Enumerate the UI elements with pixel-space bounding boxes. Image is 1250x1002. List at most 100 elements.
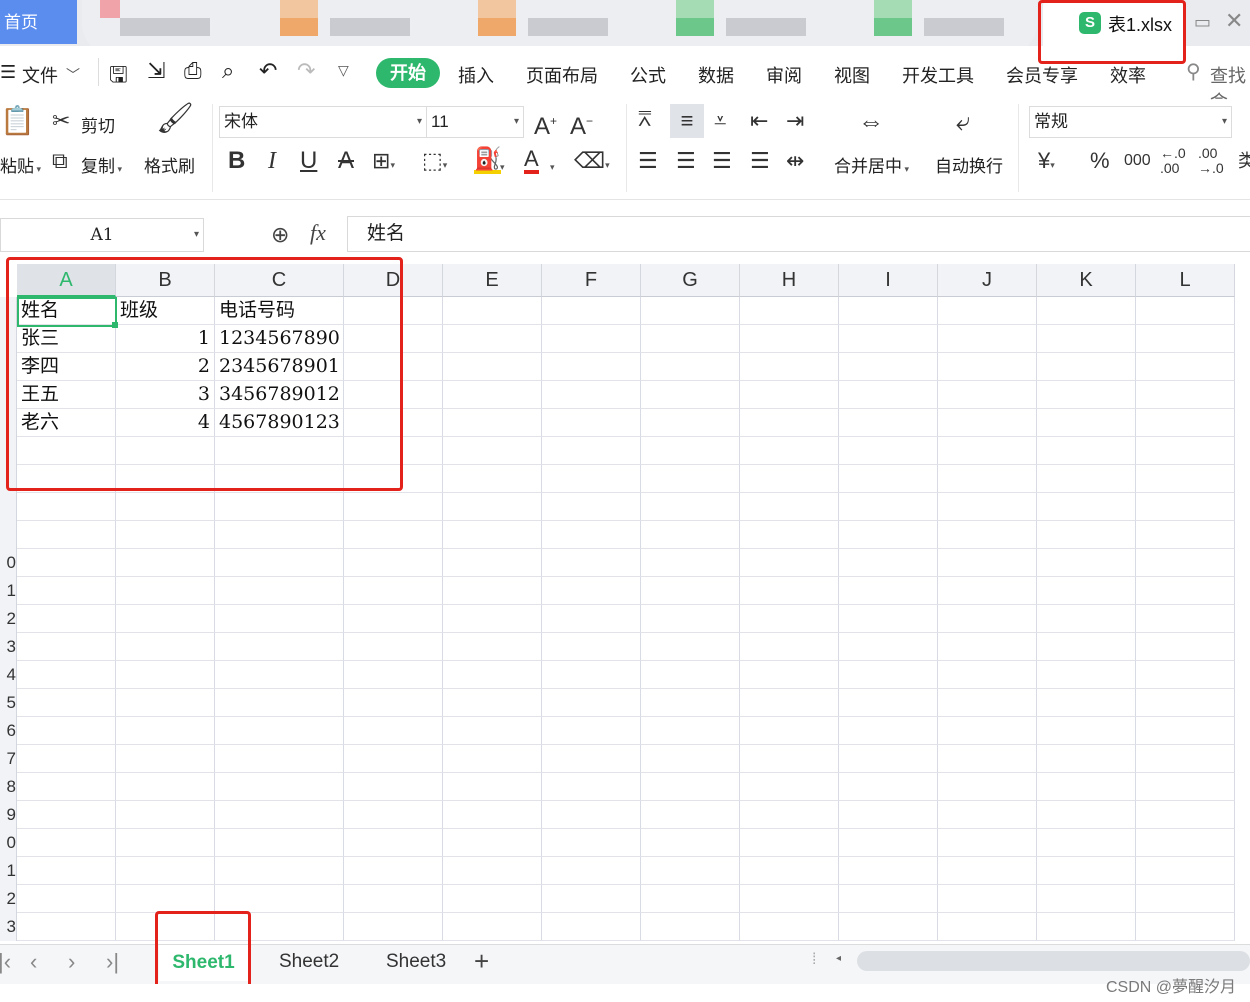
cell-d4[interactable] [344, 381, 443, 409]
cell-g7[interactable] [641, 465, 740, 493]
cell-b11[interactable] [116, 577, 215, 605]
cell-e17[interactable] [443, 745, 542, 773]
cell-l4[interactable] [1136, 381, 1235, 409]
cell-h23[interactable] [740, 913, 839, 941]
cell-k17[interactable] [1037, 745, 1136, 773]
fill-color-dropdown-icon[interactable]: ▾ [500, 150, 505, 180]
cell-k5[interactable] [1037, 409, 1136, 437]
cell-f11[interactable] [542, 577, 641, 605]
cell-i17[interactable] [839, 745, 938, 773]
cell-e3[interactable] [443, 353, 542, 381]
cell-e15[interactable] [443, 689, 542, 717]
cell-i23[interactable] [839, 913, 938, 941]
cell-i2[interactable] [839, 325, 938, 353]
cell-k21[interactable] [1037, 857, 1136, 885]
restore-window-icon[interactable]: ▭ [1194, 12, 1211, 33]
cell-g4[interactable] [641, 381, 740, 409]
cell-f17[interactable] [542, 745, 641, 773]
tab-formulas[interactable]: 公式 [630, 62, 666, 88]
row-header[interactable]: 0 [0, 549, 17, 577]
cell-b4[interactable]: 3 [116, 381, 215, 409]
cell-b20[interactable] [116, 829, 215, 857]
cell-b7[interactable] [116, 465, 215, 493]
cell-j23[interactable] [938, 913, 1037, 941]
increase-decimal-icon[interactable]: ←.0.00 [1160, 146, 1186, 176]
cell-i14[interactable] [839, 661, 938, 689]
cell-d7[interactable] [344, 465, 443, 493]
column-header-k[interactable]: K [1037, 264, 1136, 297]
cell-d10[interactable] [344, 549, 443, 577]
cut-button[interactable]: 剪切 [81, 112, 115, 137]
font-name-select[interactable]: 宋体 ▾ [219, 106, 427, 138]
font-color-dropdown-icon[interactable]: ▾ [550, 150, 555, 180]
row-header[interactable] [0, 437, 17, 465]
cell-d3[interactable] [344, 353, 443, 381]
cell-j1[interactable] [938, 297, 1037, 325]
paste-icon[interactable]: 📋 [0, 107, 35, 135]
cell-b13[interactable] [116, 633, 215, 661]
cell-a13[interactable] [17, 633, 116, 661]
cell-b15[interactable] [116, 689, 215, 717]
cell-c1[interactable]: 电话号码 [215, 297, 344, 325]
cell-f22[interactable] [542, 885, 641, 913]
cell-j7[interactable] [938, 465, 1037, 493]
cell-l16[interactable] [1136, 717, 1235, 745]
cell-k6[interactable] [1037, 437, 1136, 465]
cell-i20[interactable] [839, 829, 938, 857]
cell-f14[interactable] [542, 661, 641, 689]
spreadsheet-grid[interactable]: ABCDEFGHIJKL 01234567890123 姓名 班级 电话号码 张三 1 1… [0, 264, 1250, 944]
cell-k4[interactable] [1037, 381, 1136, 409]
cell-k2[interactable] [1037, 325, 1136, 353]
formula-input[interactable]: 姓名 [347, 216, 1250, 252]
cell-c11[interactable] [215, 577, 344, 605]
tab-view[interactable]: 视图 [834, 62, 870, 88]
cell-j19[interactable] [938, 801, 1037, 829]
column-header-i[interactable]: I [839, 264, 938, 297]
cell-d6[interactable] [344, 437, 443, 465]
cell-e11[interactable] [443, 577, 542, 605]
cell-d19[interactable] [344, 801, 443, 829]
cell-e2[interactable] [443, 325, 542, 353]
cell-j2[interactable] [938, 325, 1037, 353]
cell-a1[interactable]: 姓名 [17, 297, 116, 325]
cell-h7[interactable] [740, 465, 839, 493]
cell-j18[interactable] [938, 773, 1037, 801]
cell-b6[interactable] [116, 437, 215, 465]
row-header[interactable]: 3 [0, 633, 17, 661]
cell-a7[interactable] [17, 465, 116, 493]
cell-e14[interactable] [443, 661, 542, 689]
cell-j6[interactable] [938, 437, 1037, 465]
cell-b8[interactable] [116, 493, 215, 521]
cell-l13[interactable] [1136, 633, 1235, 661]
cell-l14[interactable] [1136, 661, 1235, 689]
cell-l15[interactable] [1136, 689, 1235, 717]
close-icon[interactable]: ✕ [1225, 8, 1243, 34]
cell-b5[interactable]: 4 [116, 409, 215, 437]
cell-a10[interactable] [17, 549, 116, 577]
cell-d20[interactable] [344, 829, 443, 857]
format-painter-icon[interactable]: 🖌 [156, 104, 194, 134]
cell-f15[interactable] [542, 689, 641, 717]
cell-a2[interactable]: 张三 [17, 325, 116, 353]
cell-j4[interactable] [938, 381, 1037, 409]
cell-d12[interactable] [344, 605, 443, 633]
cell-a14[interactable] [17, 661, 116, 689]
cell-f9[interactable] [542, 521, 641, 549]
cell-i7[interactable] [839, 465, 938, 493]
tab-page-layout[interactable]: 页面布局 [526, 62, 598, 88]
cell-h13[interactable] [740, 633, 839, 661]
cell-b10[interactable] [116, 549, 215, 577]
cell-h17[interactable] [740, 745, 839, 773]
sheet-tab-2[interactable]: Sheet2 [279, 951, 339, 973]
cell-j9[interactable] [938, 521, 1037, 549]
cell-e12[interactable] [443, 605, 542, 633]
cell-l7[interactable] [1136, 465, 1235, 493]
cell-c8[interactable] [215, 493, 344, 521]
cell-d8[interactable] [344, 493, 443, 521]
cell-g8[interactable] [641, 493, 740, 521]
cell-l19[interactable] [1136, 801, 1235, 829]
row-header[interactable] [0, 381, 17, 409]
cell-f3[interactable] [542, 353, 641, 381]
cell-d1[interactable] [344, 297, 443, 325]
cell-i11[interactable] [839, 577, 938, 605]
